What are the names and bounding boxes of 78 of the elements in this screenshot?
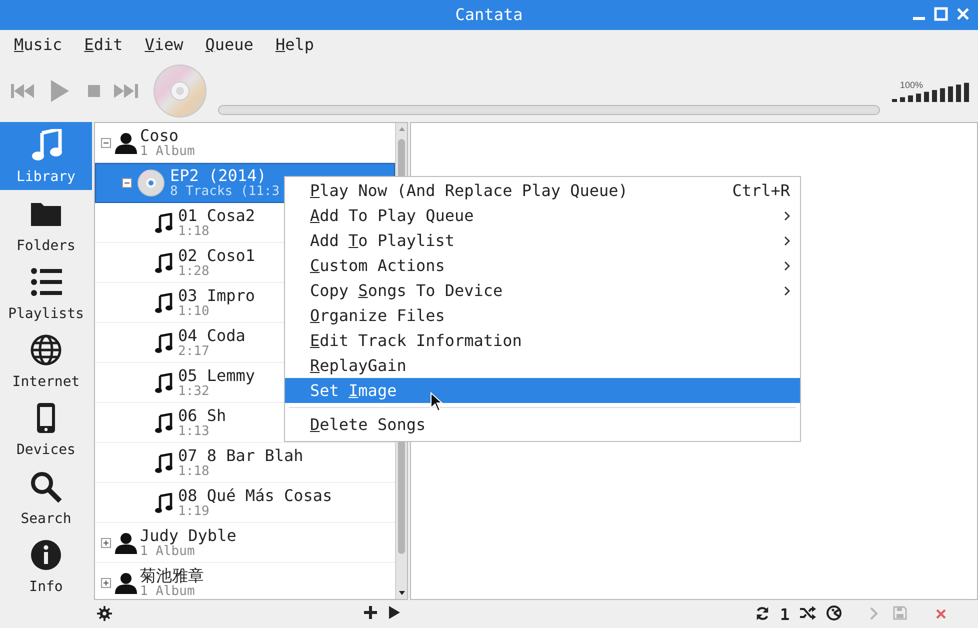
item-subtitle: 1:28 (178, 264, 210, 278)
cd-icon (153, 64, 207, 118)
settings-icon[interactable] (97, 606, 112, 621)
music-note-icon (155, 212, 173, 232)
sidebar-item[interactable]: Internet (0, 326, 92, 396)
menu-item[interactable]: View (144, 30, 184, 60)
item-subtitle: 1 Album (140, 584, 196, 598)
cd-icon (137, 169, 165, 197)
sidebar-item[interactable]: Devices (0, 395, 92, 464)
sidebar-item[interactable]: Info (0, 532, 92, 600)
person-icon (115, 532, 137, 554)
maximize-icon[interactable] (934, 6, 948, 22)
menu-item[interactable]: Edit (84, 30, 123, 60)
sidebar-item[interactable]: Playlists (0, 258, 92, 327)
volume-meter[interactable] (892, 82, 970, 102)
item-subtitle: 2:17 (178, 344, 210, 358)
music-note-icon (155, 252, 173, 272)
item-subtitle: 1:32 (178, 384, 210, 398)
mouse-cursor-icon (430, 392, 443, 412)
person-icon (115, 132, 137, 154)
item-title: 菊池雅章 (140, 566, 204, 584)
music-note-icon (155, 492, 173, 512)
item-title: 05 Lemmy (178, 366, 256, 384)
sidebar-item[interactable]: Library (0, 122, 92, 190)
info-icon (30, 538, 62, 571)
window-title: Cantata (455, 4, 523, 26)
list-icon (30, 266, 62, 298)
item-subtitle: 1:18 (178, 224, 210, 238)
item-title: 03 Impro (178, 286, 256, 304)
item-title: 07 8 Bar Blah (178, 446, 304, 464)
repeat-count[interactable]: 1 (780, 603, 790, 627)
sidebar-item[interactable]: Search (0, 463, 92, 532)
item-title: 01 Cosa2 (178, 206, 256, 224)
item-subtitle: 1:10 (178, 304, 210, 318)
sidebar-item[interactable]: Folders (0, 190, 92, 259)
music-note-icon (155, 412, 173, 432)
item-subtitle: 1:13 (178, 424, 210, 438)
music-note-icon (155, 292, 173, 312)
item-subtitle: 8 Tracks (11:3 (170, 185, 280, 199)
collapse-icon[interactable] (122, 178, 132, 188)
menu-item[interactable]: Help (275, 30, 314, 60)
volume-reading: 100% (900, 79, 924, 92)
item-title: 06 Sh (178, 406, 226, 424)
music-note-icon (30, 129, 62, 162)
close-icon[interactable] (956, 6, 970, 22)
tree-row[interactable]: 07 8 Bar Blah 1:18 (95, 443, 395, 483)
play-icon[interactable] (389, 606, 400, 619)
person-icon (115, 572, 137, 594)
expand-icon[interactable] (101, 578, 111, 588)
item-title: EP2 (2014) (170, 167, 268, 185)
item-title: 04 Coda (178, 326, 246, 344)
menu-item[interactable]: Set Image (285, 378, 800, 403)
progress-slider[interactable] (218, 105, 880, 115)
item-title: 08 Qué Más Cosas (178, 486, 332, 504)
item-subtitle: 1 Album (140, 144, 195, 158)
item-subtitle: 1 Album (140, 544, 195, 558)
item-title: Judy Dyble (140, 526, 236, 544)
item-title: Coso (140, 126, 180, 144)
item-title: 02 Coso1 (178, 246, 256, 264)
item-subtitle: 1:18 (178, 464, 210, 478)
expand-icon[interactable] (101, 538, 111, 548)
menu-item[interactable]: Music (14, 30, 62, 60)
music-note-icon (155, 372, 173, 392)
globe-icon (30, 334, 62, 366)
add-icon[interactable] (364, 606, 377, 619)
music-note-icon (155, 452, 173, 472)
repeat-icon[interactable] (755, 606, 770, 621)
menu-item[interactable]: Queue (205, 30, 254, 60)
search-icon (30, 470, 62, 503)
consume-icon[interactable] (826, 605, 842, 621)
shuffle-icon[interactable] (800, 606, 816, 620)
tree-row[interactable]: Judy Dyble 1 Album (95, 523, 395, 563)
scroll-down-icon[interactable] (399, 591, 405, 595)
item-subtitle: 1:19 (178, 504, 210, 518)
music-note-icon (155, 332, 173, 352)
clear-icon[interactable] (936, 609, 946, 619)
tree-row[interactable]: 08 Qué Más Cosas 1:19 (95, 483, 395, 523)
collapse-icon[interactable] (101, 138, 111, 148)
